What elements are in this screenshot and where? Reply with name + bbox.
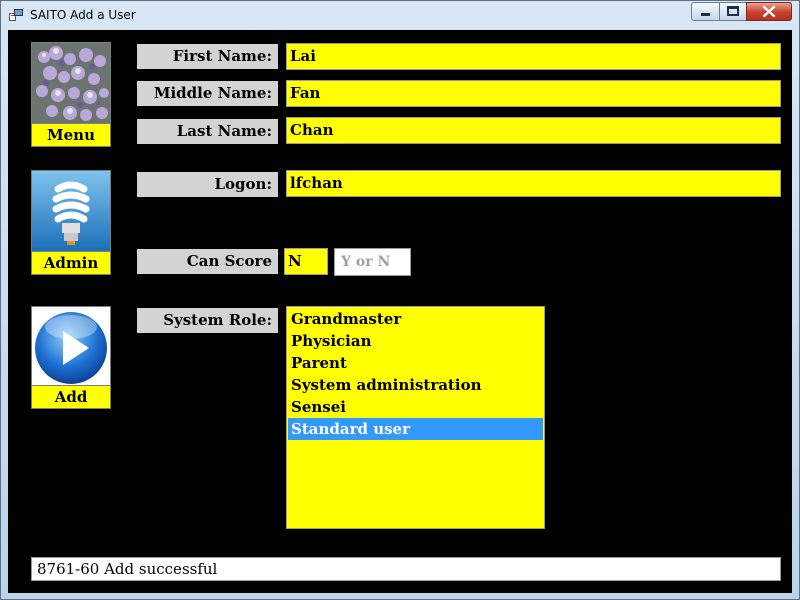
maximize-button[interactable] [719, 2, 747, 21]
admin-button[interactable]: Admin [31, 170, 111, 275]
maximize-icon [727, 6, 739, 16]
system-role-label: System Role: [137, 308, 278, 333]
can-score-tests-field[interactable]: N [284, 248, 328, 275]
middle-name-field[interactable]: Fan [286, 80, 781, 107]
lightbulb-icon [32, 171, 110, 251]
title-bar[interactable]: SAITO Add a User [1, 1, 799, 29]
close-icon [762, 5, 776, 18]
list-item[interactable]: Physician [288, 330, 543, 352]
first-name-label: First Name: [137, 44, 278, 69]
logon-label: Logon: [137, 172, 278, 197]
minimize-icon [701, 13, 710, 16]
app-icon [9, 9, 23, 21]
menu-button-label: Menu [32, 123, 110, 146]
first-name-field[interactable]: Lai [286, 43, 781, 70]
app-window: SAITO Add a User Menu Admin Add First Na… [0, 0, 800, 600]
list-item[interactable]: Grandmaster [288, 308, 543, 330]
middle-name-label: Middle Name: [137, 81, 278, 106]
form-area: Menu Admin Add First Name: Lai Middle Na… [8, 30, 792, 593]
status-message: 8761-60 Add successful [31, 557, 781, 581]
list-item-selected[interactable]: Standard user [288, 418, 543, 440]
can-score-tests-hint: Y or N [334, 248, 411, 276]
play-icon [32, 307, 110, 385]
last-name-field[interactable]: Chan [286, 117, 781, 144]
logon-field[interactable]: lfchan [286, 170, 781, 197]
list-item[interactable]: Sensei [288, 396, 543, 418]
list-item[interactable]: Parent [288, 352, 543, 374]
can-score-tests-label: Can Score Tests: [137, 249, 278, 295]
menu-button[interactable]: Menu [31, 42, 111, 147]
system-role-listbox[interactable]: Grandmaster Physician Parent System admi… [286, 306, 545, 529]
add-button-label: Add [32, 385, 110, 408]
admin-button-label: Admin [32, 251, 110, 274]
add-button[interactable]: Add [31, 306, 111, 409]
wisteria-flower-icon [32, 43, 110, 123]
minimize-button[interactable] [691, 2, 720, 21]
last-name-label: Last Name: [137, 119, 278, 144]
close-button[interactable] [746, 2, 792, 21]
window-title: SAITO Add a User [30, 8, 136, 22]
list-item[interactable]: System administration [288, 374, 543, 396]
